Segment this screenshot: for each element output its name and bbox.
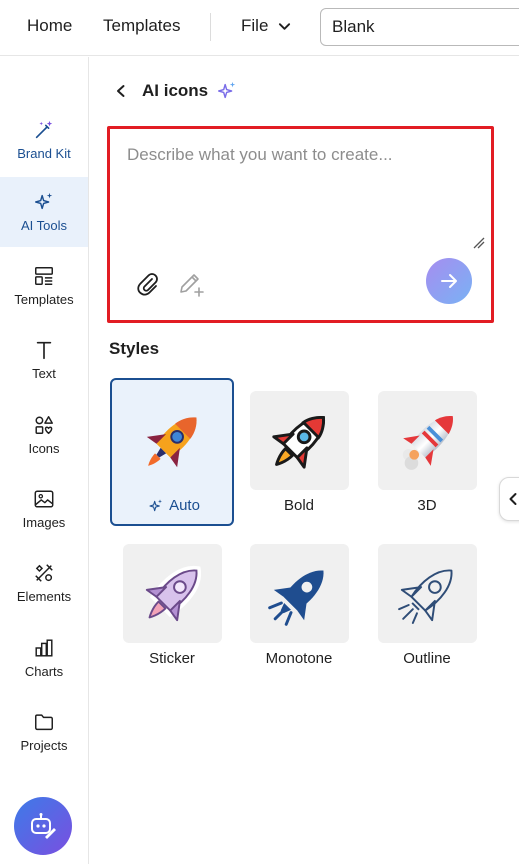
style-label-text: Bold bbox=[283, 497, 315, 514]
rail-item-brand-kit[interactable]: Brand Kit bbox=[0, 105, 88, 175]
chevron-left-icon bbox=[509, 493, 517, 505]
sparkles-icon bbox=[218, 81, 236, 99]
style-label-text: Auto bbox=[169, 497, 200, 514]
rail-item-label: Elements bbox=[16, 589, 72, 604]
rail-item-label: Text bbox=[32, 366, 56, 381]
rail-item-templates[interactable]: Templates bbox=[0, 251, 88, 321]
style-card-3d[interactable]: 3D bbox=[365, 378, 489, 526]
paperclip-icon[interactable] bbox=[135, 271, 161, 297]
nav-home-link[interactable]: Home bbox=[27, 16, 72, 36]
nav-templates-link[interactable]: Templates bbox=[103, 16, 180, 36]
panel-title: AI icons bbox=[142, 81, 209, 100]
chevron-down-icon bbox=[279, 22, 291, 30]
rocket-auto-icon bbox=[146, 416, 197, 467]
ai-assistant-button[interactable] bbox=[14, 797, 72, 855]
chevron-left-icon[interactable] bbox=[114, 84, 128, 98]
rocket-bold-icon bbox=[271, 415, 325, 469]
style-card-outline[interactable]: Outline bbox=[365, 531, 489, 679]
nav-divider bbox=[210, 13, 211, 41]
style-label: Outline bbox=[365, 650, 489, 667]
style-label-text: Outline bbox=[403, 650, 451, 667]
rail-item-elements[interactable]: Elements bbox=[0, 548, 88, 618]
rail-item-label: Templates bbox=[14, 292, 74, 307]
prompt-input[interactable] bbox=[127, 145, 477, 245]
style-label-text: 3D bbox=[417, 497, 437, 514]
rail-item-text[interactable]: Text bbox=[0, 325, 88, 395]
style-label: Bold bbox=[237, 497, 361, 514]
style-thumbnail bbox=[123, 391, 222, 490]
folder-icon bbox=[35, 714, 53, 731]
rail-item-icons[interactable]: Icons bbox=[0, 400, 88, 470]
style-card-monotone[interactable]: Monotone bbox=[237, 531, 361, 679]
elements-icon bbox=[35, 564, 53, 582]
rail-item-images[interactable]: Images bbox=[0, 474, 88, 544]
style-thumbnail bbox=[378, 544, 477, 643]
style-label: Monotone bbox=[237, 650, 361, 667]
style-card-sticker[interactable]: Sticker bbox=[110, 531, 234, 679]
styles-heading: Styles bbox=[109, 339, 160, 358]
image-icon bbox=[34, 490, 54, 508]
edit-pencil-plus-icon[interactable] bbox=[177, 270, 205, 298]
rail-item-charts[interactable]: Charts bbox=[0, 623, 88, 693]
rail-item-projects[interactable]: Projects bbox=[0, 697, 88, 767]
style-label: Auto bbox=[112, 497, 236, 514]
top-bar: Home Templates File bbox=[0, 0, 519, 56]
rail-item-label: Charts bbox=[24, 664, 64, 679]
style-card-auto[interactable]: Auto bbox=[110, 378, 234, 526]
resize-handle-icon[interactable] bbox=[473, 237, 485, 249]
left-rail: Brand Kit AI Tools Templates Text Icons … bbox=[0, 57, 89, 864]
file-menu-button[interactable]: File bbox=[241, 16, 291, 36]
style-label: Sticker bbox=[110, 650, 234, 667]
document-name-input[interactable] bbox=[320, 8, 519, 46]
templates-icon bbox=[35, 267, 53, 285]
arrow-right-icon bbox=[441, 274, 457, 288]
bar-chart-icon bbox=[35, 639, 53, 657]
rail-item-label: AI Tools bbox=[20, 218, 67, 233]
rail-item-label: Brand Kit bbox=[17, 146, 71, 161]
text-icon bbox=[36, 341, 52, 360]
style-label-text: Sticker bbox=[149, 650, 195, 667]
style-thumbnail bbox=[123, 544, 222, 643]
sparkles-icon bbox=[35, 192, 53, 210]
style-card-bold[interactable]: Bold bbox=[237, 378, 361, 526]
shapes-icon bbox=[35, 416, 53, 435]
file-menu-label: File bbox=[241, 16, 269, 35]
rocket-sticker-icon bbox=[145, 565, 201, 621]
rocket-monotone-icon bbox=[267, 570, 323, 626]
style-thumbnail bbox=[250, 391, 349, 490]
rocket-outline-icon bbox=[397, 569, 452, 624]
collapse-panel-button[interactable] bbox=[499, 477, 519, 521]
style-thumbnail bbox=[378, 391, 477, 490]
prompt-box bbox=[107, 126, 494, 323]
sparkles-icon bbox=[149, 498, 163, 511]
rocket-3d-icon bbox=[402, 415, 453, 470]
send-button[interactable] bbox=[426, 258, 472, 304]
rail-item-label: Images bbox=[22, 515, 66, 530]
magic-wand-icon bbox=[35, 120, 53, 139]
style-thumbnail bbox=[250, 544, 349, 643]
style-label-text: Monotone bbox=[265, 650, 333, 667]
style-label: 3D bbox=[365, 497, 489, 514]
rail-item-label: Icons bbox=[28, 441, 60, 456]
ai-bot-icon bbox=[31, 813, 56, 839]
panel-header: AI icons bbox=[114, 80, 238, 102]
rail-item-ai-tools[interactable]: AI Tools bbox=[0, 177, 88, 247]
rail-item-label: Projects bbox=[20, 738, 68, 753]
